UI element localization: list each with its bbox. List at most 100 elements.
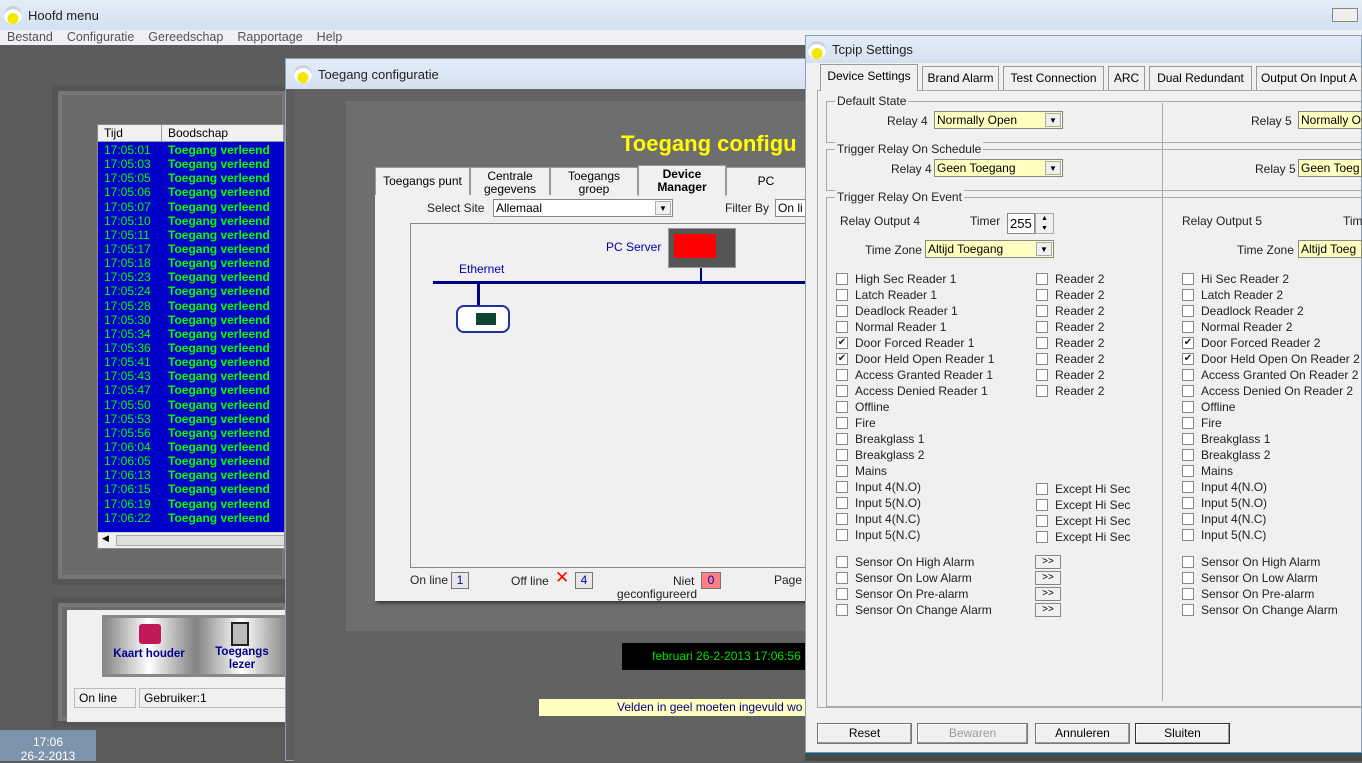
checkbox[interactable] xyxy=(1036,483,1048,495)
log-row[interactable]: 17:06:22 Toegang verleend xyxy=(98,511,284,525)
checkbox-left-15[interactable]: Input 4(N.C) xyxy=(836,512,920,526)
checkbox[interactable] xyxy=(836,556,848,568)
log-row[interactable]: 17:05:30 Toegang verleend xyxy=(98,313,284,327)
checkbox-reader2-5[interactable]: Reader 2 xyxy=(1036,352,1104,366)
checkbox-left-0[interactable]: High Sec Reader 1 xyxy=(836,272,956,286)
checkbox[interactable] xyxy=(1182,273,1194,285)
checkbox[interactable] xyxy=(836,369,848,381)
checkbox-sensor-right-2[interactable]: Sensor On Pre-alarm xyxy=(1182,587,1314,601)
log-row[interactable]: 17:06:19 Toegang verleend xyxy=(98,497,284,511)
log-row[interactable]: 17:05:56 Toegang verleend xyxy=(98,426,284,440)
checkbox-left-14[interactable]: Input 5(N.O) xyxy=(836,496,921,510)
checkbox-left-3[interactable]: Normal Reader 1 xyxy=(836,320,946,334)
checkbox-reader2-3[interactable]: Reader 2 xyxy=(1036,320,1104,334)
scroll-left-icon[interactable]: ◀ xyxy=(102,533,109,544)
checkbox[interactable] xyxy=(1182,385,1194,397)
checkbox-left-12[interactable]: Mains xyxy=(836,464,887,478)
checkbox-right-12[interactable]: Mains xyxy=(1182,464,1233,478)
checkbox-right-3[interactable]: Normal Reader 2 xyxy=(1182,320,1292,334)
log-row[interactable]: 17:06:15 Toegang verleend xyxy=(98,482,284,496)
checkbox[interactable] xyxy=(1182,305,1194,317)
checkbox[interactable] xyxy=(836,481,848,493)
menu-bestand[interactable]: Bestand xyxy=(0,30,60,45)
checkbox-sensor-left-0[interactable]: Sensor On High Alarm xyxy=(836,555,974,569)
checkbox[interactable] xyxy=(836,465,848,477)
checkbox[interactable] xyxy=(1036,273,1048,285)
checkbox-right-9[interactable]: Fire xyxy=(1182,416,1222,430)
log-row[interactable]: 17:05:03 Toegang verleend xyxy=(98,157,284,171)
checkbox[interactable] xyxy=(836,417,848,429)
checkbox[interactable] xyxy=(1182,481,1194,493)
card-holder-button[interactable]: Kaart houder xyxy=(105,618,193,674)
checkbox-left-9[interactable]: Fire xyxy=(836,416,876,430)
log-row[interactable]: 17:05:24 Toegang verleend xyxy=(98,284,284,298)
sensor-more-button[interactable]: >> xyxy=(1035,587,1061,601)
checkbox-left-7[interactable]: Access Denied Reader 1 xyxy=(836,384,988,398)
schedule-relay4-dropdown[interactable]: Geen Toegang ▼ xyxy=(934,159,1063,177)
checkbox-right-2[interactable]: Deadlock Reader 2 xyxy=(1182,304,1304,318)
checkbox-right-4[interactable]: ✔ Door Forced Reader 2 xyxy=(1182,336,1320,350)
checkbox-right-8[interactable]: Offline xyxy=(1182,400,1235,414)
schedule-relay5-dropdown[interactable]: Geen Toeg xyxy=(1298,159,1362,177)
tab-toegangs-punt[interactable]: Toegangs punt xyxy=(375,167,470,195)
checkbox[interactable] xyxy=(836,588,848,600)
checkbox-left-8[interactable]: Offline xyxy=(836,400,889,414)
checkbox-left-4[interactable]: ✔ Door Forced Reader 1 xyxy=(836,336,974,350)
menu-gereedschap[interactable]: Gereedschap xyxy=(141,30,230,45)
log-horizontal-scrollbar[interactable]: ◀ xyxy=(98,532,284,548)
sensor-more-button[interactable]: >> xyxy=(1035,603,1061,617)
checkbox-reader2-4[interactable]: Reader 2 xyxy=(1036,336,1104,350)
checkbox-sensor-left-2[interactable]: Sensor On Pre-alarm xyxy=(836,587,968,601)
log-row[interactable]: 17:05:17 Toegang verleend xyxy=(98,242,284,256)
checkbox-sensor-right-1[interactable]: Sensor On Low Alarm xyxy=(1182,571,1318,585)
tab-dual-redundant[interactable]: Dual Redundant xyxy=(1149,66,1252,90)
checkbox[interactable] xyxy=(1182,588,1194,600)
tab-toegangs-groep[interactable]: Toegangs groep xyxy=(550,167,638,196)
minimize-button[interactable] xyxy=(1332,8,1358,22)
save-button[interactable]: Bewaren xyxy=(917,723,1028,744)
checkbox-left-1[interactable]: Latch Reader 1 xyxy=(836,288,937,302)
checkbox[interactable] xyxy=(1036,289,1048,301)
default-relay5-dropdown[interactable]: Normally O xyxy=(1298,111,1362,129)
checkbox-right-5[interactable]: ✔ Door Held Open On Reader 2 xyxy=(1182,352,1360,366)
log-row[interactable]: 17:05:07 Toegang verleend xyxy=(98,200,284,214)
checkbox[interactable]: ✔ xyxy=(1182,353,1194,365)
timer-input[interactable]: 255 xyxy=(1007,213,1035,234)
column-message[interactable]: Boodschap xyxy=(162,125,284,142)
log-row[interactable]: 17:05:11 Toegang verleend xyxy=(98,228,284,242)
checkbox[interactable] xyxy=(1182,572,1194,584)
checkbox-left-11[interactable]: Breakglass 2 xyxy=(836,448,924,462)
checkbox[interactable] xyxy=(836,572,848,584)
checkbox[interactable]: ✔ xyxy=(836,353,848,365)
log-row[interactable]: 17:06:13 Toegang verleend xyxy=(98,468,284,482)
spin-down-icon[interactable]: ▼ xyxy=(1036,224,1053,234)
checkbox[interactable] xyxy=(1182,449,1194,461)
reset-button[interactable]: Reset xyxy=(817,723,912,744)
checkbox-left-6[interactable]: Access Granted Reader 1 xyxy=(836,368,993,382)
tab-device-settings[interactable]: Device Settings xyxy=(820,64,918,91)
checkbox-right-6[interactable]: Access Granted On Reader 2 xyxy=(1182,368,1358,382)
tab-test-connection[interactable]: Test Connection xyxy=(1003,66,1104,90)
checkbox-sensor-right-3[interactable]: Sensor On Change Alarm xyxy=(1182,603,1338,617)
checkbox[interactable] xyxy=(1182,529,1194,541)
checkbox-except-hi-sec-2[interactable]: Except Hi Sec xyxy=(1036,514,1130,528)
checkbox[interactable]: ✔ xyxy=(836,337,848,349)
checkbox-right-16[interactable]: Input 5(N.C) xyxy=(1182,528,1266,542)
checkbox[interactable] xyxy=(1036,531,1048,543)
checkbox-except-hi-sec-1[interactable]: Except Hi Sec xyxy=(1036,498,1130,512)
checkbox-right-15[interactable]: Input 4(N.C) xyxy=(1182,512,1266,526)
column-time[interactable]: Tijd xyxy=(98,125,162,142)
checkbox[interactable] xyxy=(836,273,848,285)
checkbox[interactable] xyxy=(836,604,848,616)
checkbox-left-13[interactable]: Input 4(N.O) xyxy=(836,480,921,494)
checkbox[interactable]: ✔ xyxy=(1182,337,1194,349)
tab-pc[interactable]: PC xyxy=(726,167,806,195)
scrollbar-thumb[interactable] xyxy=(116,535,284,546)
checkbox[interactable] xyxy=(1182,433,1194,445)
checkbox[interactable] xyxy=(1182,497,1194,509)
checkbox-reader2-0[interactable]: Reader 2 xyxy=(1036,272,1104,286)
checkbox[interactable] xyxy=(836,497,848,509)
tab-brand-alarm[interactable]: Brand Alarm xyxy=(922,66,999,90)
checkbox-reader2-1[interactable]: Reader 2 xyxy=(1036,288,1104,302)
log-row[interactable]: 17:05:53 Toegang verleend xyxy=(98,412,284,426)
